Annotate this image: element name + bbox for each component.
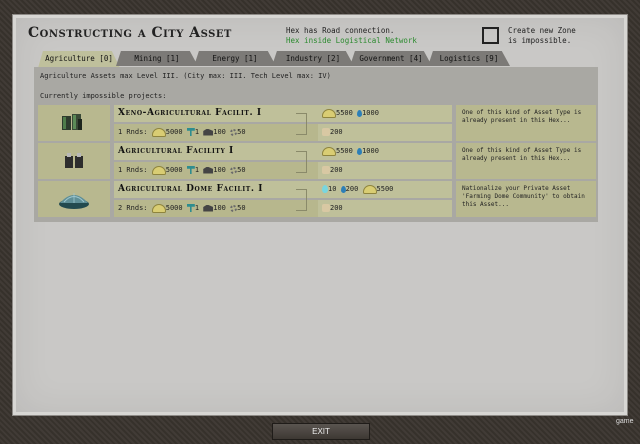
rounds-label: 1 Rnds: bbox=[118, 128, 148, 136]
food-icon bbox=[322, 108, 336, 118]
project-output: 5500 1000 bbox=[318, 105, 452, 122]
create-zone-status: Create new Zone is impossible. bbox=[508, 26, 576, 46]
project-row[interactable]: Agricultural Facility I 1 Rnds: 5000 1 1… bbox=[38, 143, 596, 179]
project-output: 5500 1000 bbox=[318, 143, 452, 160]
industry-icon bbox=[203, 166, 214, 174]
industry-icon bbox=[203, 128, 214, 136]
agricultural-facility-icon bbox=[65, 153, 83, 168]
create-zone-label: Create new Zone bbox=[508, 26, 576, 35]
bracket-arrow-icon bbox=[296, 187, 318, 211]
tab-agriculture[interactable]: Agriculture [0] bbox=[38, 51, 120, 68]
output-food-value: 5500 bbox=[336, 109, 353, 117]
cost-worker-value: 1 bbox=[194, 166, 200, 174]
output-water-value: 1000 bbox=[362, 109, 379, 117]
xeno-facility-icon bbox=[62, 114, 82, 130]
rounds-label: 2 Rnds: bbox=[118, 204, 148, 212]
cost-food-value: 5000 bbox=[165, 204, 183, 212]
hand-icon bbox=[322, 204, 330, 212]
project-status-message: Nationalize your Private Asset 'Farming … bbox=[456, 181, 596, 217]
output-water-value: 1000 bbox=[362, 147, 379, 155]
tab-energy[interactable]: Energy [1] bbox=[194, 51, 276, 66]
project-status-message: One of this kind of Asset Type is alread… bbox=[456, 105, 596, 141]
project-output-secondary: 200 bbox=[318, 162, 452, 179]
food-icon bbox=[151, 203, 166, 213]
tab-government[interactable]: Government [4] bbox=[350, 51, 432, 66]
game-label: game bbox=[616, 418, 634, 425]
project-output: 10 200 5500 bbox=[318, 181, 452, 198]
cost-industry-value: 100 bbox=[213, 166, 226, 174]
rounds-label: 1 Rnds: bbox=[118, 166, 148, 174]
project-output-secondary: 200 bbox=[318, 124, 452, 141]
output-hand-value: 200 bbox=[330, 166, 343, 174]
create-zone-impossible-text: is impossible. bbox=[508, 36, 572, 45]
hand-icon bbox=[322, 166, 330, 174]
output-food-value: 5500 bbox=[376, 185, 394, 193]
tab-industry[interactable]: Industry [2] bbox=[272, 51, 354, 66]
max-level-info: Agriculture Assets max Level III. (City … bbox=[40, 72, 331, 80]
tab-logistics[interactable]: Logistics [9] bbox=[428, 51, 510, 66]
road-connection-text: Hex has Road connection. bbox=[286, 26, 395, 35]
cost-gear-value: 50 bbox=[237, 166, 246, 174]
logistical-network-text: Hex inside Logistical Network bbox=[286, 36, 417, 45]
worker-icon bbox=[186, 204, 195, 212]
road-connection-info: Hex has Road connection. Hex inside Logi… bbox=[286, 26, 417, 46]
output-food-value: 5500 bbox=[336, 147, 353, 155]
bracket-arrow-icon bbox=[296, 111, 318, 135]
project-thumbnail bbox=[38, 105, 110, 141]
food-icon bbox=[151, 165, 166, 175]
impossible-projects-header: Currently impossible projects: bbox=[40, 92, 167, 100]
project-thumbnail bbox=[38, 181, 110, 217]
output-water2-value: 10 bbox=[328, 185, 337, 193]
project-status-message: One of this kind of Asset Type is alread… bbox=[456, 143, 596, 179]
cost-industry-value: 100 bbox=[213, 204, 226, 212]
project-output-secondary: 200 bbox=[318, 200, 452, 217]
bracket-arrow-icon bbox=[296, 149, 318, 173]
create-zone-checkbox[interactable] bbox=[482, 27, 499, 44]
food-icon bbox=[322, 146, 336, 156]
project-thumbnail bbox=[38, 143, 110, 179]
cost-gear-value: 50 bbox=[237, 128, 246, 136]
worker-icon bbox=[186, 128, 195, 136]
tab-mining[interactable]: Mining [1] bbox=[116, 51, 198, 66]
project-row[interactable]: Xeno-Agricultural Facilit. I 1 Rnds: 500… bbox=[38, 105, 596, 141]
page-title: Constructing a City Asset bbox=[28, 25, 232, 41]
output-water-value: 200 bbox=[345, 185, 359, 193]
output-hand-value: 200 bbox=[330, 204, 343, 212]
exit-button[interactable]: EXIT bbox=[272, 423, 370, 440]
project-row[interactable]: Agricultural Dome Facilit. I 2 Rnds: 500… bbox=[38, 181, 596, 217]
cost-gear-value: 50 bbox=[237, 204, 246, 212]
food-icon bbox=[151, 127, 166, 137]
cost-worker-value: 1 bbox=[194, 128, 200, 136]
food-icon bbox=[362, 184, 377, 194]
cost-worker-value: 1 bbox=[194, 204, 200, 212]
output-hand-value: 200 bbox=[330, 128, 343, 136]
hand-icon bbox=[322, 128, 330, 136]
cost-food-value: 5000 bbox=[165, 166, 183, 174]
industry-icon bbox=[203, 204, 214, 212]
worker-icon bbox=[186, 166, 195, 174]
dome-facility-icon bbox=[59, 193, 89, 209]
cost-industry-value: 100 bbox=[213, 128, 226, 136]
cost-food-value: 5000 bbox=[165, 128, 183, 136]
asset-category-tabs: Agriculture [0] Mining [1] Energy [1] In… bbox=[38, 51, 598, 68]
